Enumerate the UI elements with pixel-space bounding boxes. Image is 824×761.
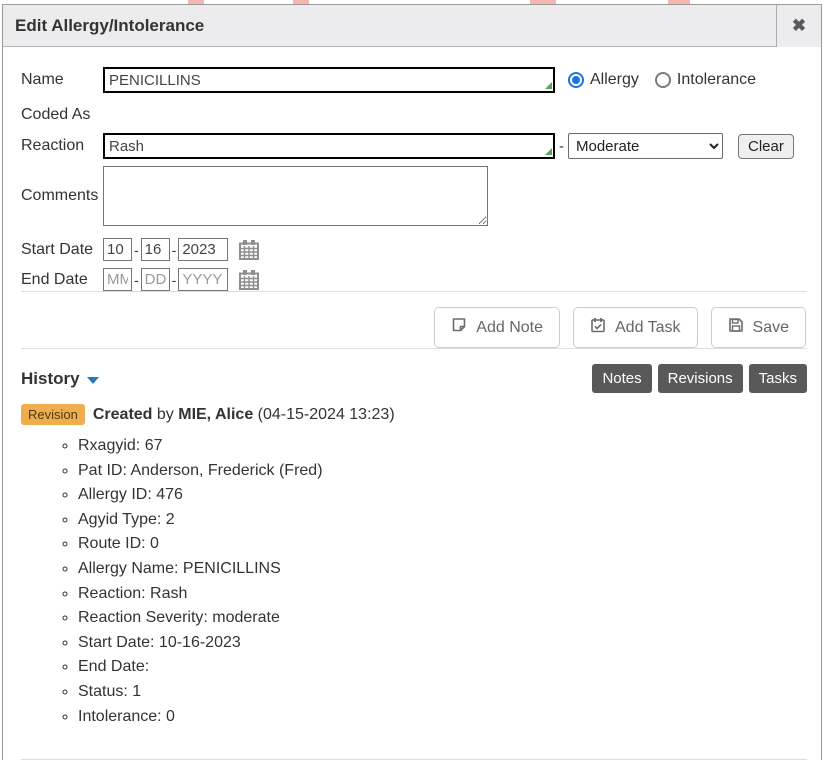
start-date-row: Start Date - - [21,238,807,261]
date-separator: - [134,242,139,258]
revision-action: Created [93,406,153,424]
end-month-input[interactable] [103,268,132,291]
revision-detail-item: End Date: [78,655,807,680]
reaction-input[interactable] [103,133,555,159]
revisions-button[interactable]: Revisions [658,364,743,393]
close-button[interactable]: ✖ [776,5,821,47]
name-input-wrap [103,67,555,93]
revision-detail-item: Start Date: 10-16-2023 [78,631,807,656]
end-date-row: End Date - - [21,268,807,291]
add-task-label: Add Task [615,319,681,337]
revision-detail-item: Reaction: Rash [78,582,807,607]
dialog-titlebar: Edit Allergy/Intolerance ✖ [3,5,821,47]
reaction-input-wrap [103,133,555,159]
revision-detail-item: Agyid Type: 2 [78,508,807,533]
revision-by-text: by [152,406,178,424]
name-row: Name Allergy Intolerance [21,67,807,93]
revision-detail-item: Status: 1 [78,680,807,705]
start-date-label: Start Date [21,241,103,259]
revision-detail-item: Intolerance: 0 [78,705,807,730]
end-date-calendar-icon[interactable] [238,269,260,291]
severity-select[interactable]: Moderate [568,133,723,159]
type-radio-group: Allergy Intolerance [568,71,766,89]
divider [21,759,807,760]
dialog-title: Edit Allergy/Intolerance [3,16,776,36]
history-buttons: Notes Revisions Tasks [592,364,807,393]
dialog-body: Name Allergy Intolerance Coded As Reacti… [3,47,821,760]
allergy-radio[interactable] [568,72,584,88]
revision-detail-item: Route ID: 0 [78,532,807,557]
history-title: History [21,369,80,389]
save-icon [728,317,744,338]
revision-detail-item: Rxagyid: 67 [78,434,807,459]
name-label: Name [21,71,103,89]
start-day-input[interactable] [141,238,170,261]
revision-badge: Revision [21,404,85,425]
start-year-input[interactable] [178,238,228,261]
note-icon [451,317,467,338]
revision-details-list: Rxagyid: 67Pat ID: Anderson, Frederick (… [21,434,807,729]
severity-separator: - [559,138,564,155]
edit-allergy-dialog: Edit Allergy/Intolerance ✖ Name Allergy … [2,4,822,760]
allergy-radio-label: Allergy [590,71,639,89]
reaction-label: Reaction [21,137,103,155]
revision-detail-item: Allergy Name: PENICILLINS [78,557,807,582]
notes-button[interactable]: Notes [592,364,651,393]
revision-detail-item: Pat ID: Anderson, Frederick (Fred) [78,459,807,484]
date-separator: - [134,272,139,288]
clear-button[interactable]: Clear [738,134,794,159]
history-header: History Notes Revisions Tasks [21,364,807,393]
add-note-button[interactable]: Add Note [434,307,560,348]
action-buttons-row: Add Note Add Task [21,292,807,348]
revision-user: MIE, Alice [178,406,253,424]
save-button[interactable]: Save [711,307,806,348]
date-separator: - [172,272,177,288]
revision-timestamp: (04-15-2024 13:23) [253,406,394,424]
add-note-label: Add Note [476,319,543,337]
revision-detail-item: Allergy ID: 476 [78,483,807,508]
intolerance-radio[interactable] [655,72,671,88]
revision-detail-item: Reaction Severity: moderate [78,606,807,631]
reaction-row: Reaction - Moderate Clear [21,133,807,159]
autocomplete-corner-icon [545,148,552,155]
end-year-input[interactable] [178,268,228,291]
close-icon: ✖ [792,16,806,36]
comments-label: Comments [21,187,103,205]
save-label: Save [753,319,789,337]
end-day-input[interactable] [141,268,170,291]
date-separator: - [172,242,177,258]
add-task-button[interactable]: Add Task [573,307,698,348]
comments-row: Comments [21,166,807,226]
revision-entry: Revision Created by MIE, Alice (04-15-20… [21,404,807,425]
calendar-check-icon [590,317,606,338]
end-date-label: End Date [21,271,103,289]
tasks-button[interactable]: Tasks [749,364,807,393]
start-date-calendar-icon[interactable] [238,239,260,261]
name-input[interactable] [103,67,555,93]
start-month-input[interactable] [103,238,132,261]
autocomplete-corner-icon [545,82,552,89]
coded-as-label: Coded As [21,106,807,124]
comments-textarea[interactable] [103,166,488,226]
history-caret-icon[interactable] [87,377,99,384]
divider [21,348,807,349]
intolerance-radio-label: Intolerance [677,71,756,89]
